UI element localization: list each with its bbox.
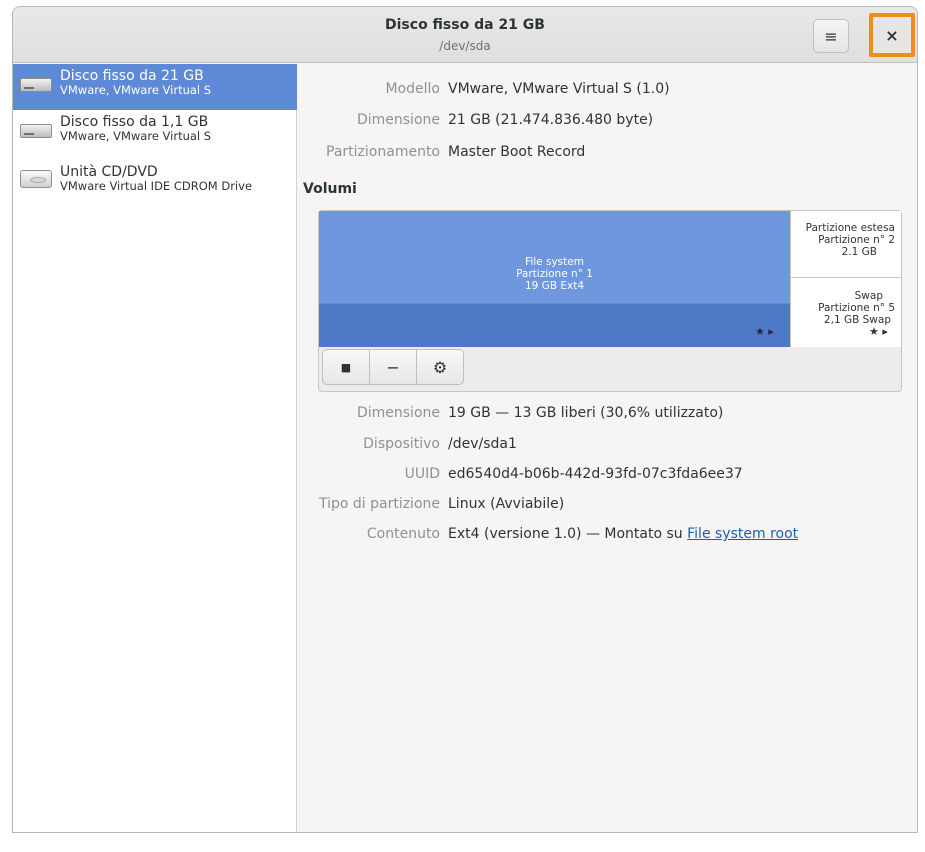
drive-item-cdrom[interactable]: Unità CD/DVD VMware Virtual IDE CDROM Dr… — [13, 160, 297, 206]
uuid-label: UUID — [404, 466, 440, 482]
partitioning-label: Partizionamento — [326, 144, 440, 160]
model-row: Modello VMware, VMware Virtual S (1.0) — [298, 81, 670, 97]
header-bar: Disco fisso da 21 GB /dev/sda ≡ × — [13, 7, 917, 63]
hdd-icon — [18, 114, 54, 144]
drive-name: Unità CD/DVD — [60, 164, 158, 180]
volumes-panel: File system Partizione n° 1 19 GB Ext4 ★… — [318, 210, 902, 392]
partition-1[interactable]: File system Partizione n° 1 19 GB Ext4 ★… — [319, 211, 790, 347]
window-subtitle: /dev/sda — [439, 39, 491, 53]
partition-5-type: Swap — [854, 290, 883, 302]
uuid-value: ed6540d4-b06b-442d-93fd-07c3fda6ee37 — [448, 466, 743, 482]
hamburger-menu-icon: ≡ — [824, 26, 838, 46]
volume-size-value: 19 GB — 13 GB liberi (30,6% utilizzato) — [448, 405, 724, 421]
volume-size-row: Dimensione 19 GB — 13 GB liberi (30,6% u… — [298, 405, 723, 421]
stop-icon: ■ — [340, 360, 352, 374]
hdd-icon — [18, 68, 54, 98]
drive-name: Disco fisso da 21 GB — [60, 68, 204, 84]
content-text: Ext4 (versione 1.0) — Montato su — [448, 526, 688, 542]
drive-model: VMware Virtual IDE CDROM Drive — [60, 179, 253, 194]
partition-5[interactable]: Swap Partizione n° 5 2,1 GB Swap ★ ▸ — [790, 278, 901, 347]
disks-window: Disco fisso da 21 GB /dev/sda ≡ × Disco … — [12, 6, 918, 833]
partition-2[interactable]: Partizione estesa Partizione n° 2 2.1 GB — [790, 211, 901, 278]
partition-options-button[interactable]: ⚙ — [416, 349, 464, 385]
delete-partition-button[interactable]: − — [369, 349, 417, 385]
filesystem-root-link[interactable]: File system root — [687, 526, 798, 542]
device-row: Dispositivo /dev/sda1 — [298, 436, 517, 452]
unmount-button[interactable]: ■ — [322, 349, 370, 385]
drive-name: Disco fisso da 1,1 GB — [60, 114, 209, 130]
disk-size-label: Dimensione — [356, 112, 440, 128]
partition-1-number: Partizione n° 1 — [516, 268, 593, 280]
window-title: Disco fisso da 21 GB — [385, 17, 545, 33]
partition-type-value: Linux (Avviabile) — [448, 496, 565, 512]
drive-model: VMware, VMware Virtual S — [60, 129, 212, 144]
close-icon: × — [885, 25, 899, 45]
device-value: /dev/sda1 — [448, 436, 517, 452]
volume-toolbar: ■ − ⚙ — [322, 349, 464, 385]
drive-model: VMware, VMware Virtual S — [60, 83, 212, 98]
partition-2-size: 2.1 GB — [841, 246, 877, 258]
partition-1-size: 19 GB Ext4 — [524, 280, 585, 292]
device-label: Dispositivo — [363, 436, 440, 452]
partition-type-row: Tipo di partizione Linux (Avviabile) — [298, 496, 564, 512]
disk-size-value: 21 GB (21.474.836.480 byte) — [448, 112, 654, 128]
model-label: Modello — [385, 81, 441, 97]
partition-5-number: Partizione n° 5 — [818, 302, 895, 314]
content-value: Ext4 (versione 1.0) — Montato su File sy… — [448, 526, 798, 542]
gears-icon: ⚙ — [432, 357, 448, 377]
partition-2-type: Partizione estesa — [805, 222, 895, 234]
swap-star-icon: ★ ▸ — [869, 325, 888, 338]
content-label: Contenuto — [366, 526, 440, 542]
content-row: Contenuto Ext4 (versione 1.0) — Montato … — [298, 526, 798, 542]
disk-size-row: Dimensione 21 GB (21.474.836.480 byte) — [298, 112, 653, 128]
cd-drive-icon — [18, 164, 54, 194]
model-value: VMware, VMware Virtual S (1.0) — [448, 81, 670, 97]
close-button[interactable]: × — [869, 13, 915, 57]
drive-item-21gb[interactable]: Disco fisso da 21 GB VMware, VMware Virt… — [13, 64, 297, 110]
partitioning-value: Master Boot Record — [448, 144, 586, 160]
partitioning-row: Partizionamento Master Boot Record — [298, 144, 585, 160]
partition-1-type: File system — [525, 256, 584, 268]
drive-item-1gb[interactable]: Disco fisso da 1,1 GB VMware, VMware Vir… — [13, 110, 297, 156]
partition-type-label: Tipo di partizione — [318, 496, 440, 512]
minus-icon: − — [386, 357, 400, 377]
partition-map: File system Partizione n° 1 19 GB Ext4 ★… — [319, 211, 901, 347]
partition-2-number: Partizione n° 2 — [818, 234, 895, 246]
volumes-heading: Volumi — [303, 181, 357, 197]
menu-button[interactable]: ≡ — [813, 19, 849, 53]
uuid-row: UUID ed6540d4-b06b-442d-93fd-07c3fda6ee3… — [298, 466, 743, 482]
volume-size-label: Dimensione — [356, 405, 440, 421]
drive-list: Disco fisso da 21 GB VMware, VMware Virt… — [13, 64, 297, 832]
mounted-star-icon: ★ ▸ — [755, 325, 774, 338]
drive-details: Modello VMware, VMware Virtual S (1.0) D… — [298, 64, 917, 832]
